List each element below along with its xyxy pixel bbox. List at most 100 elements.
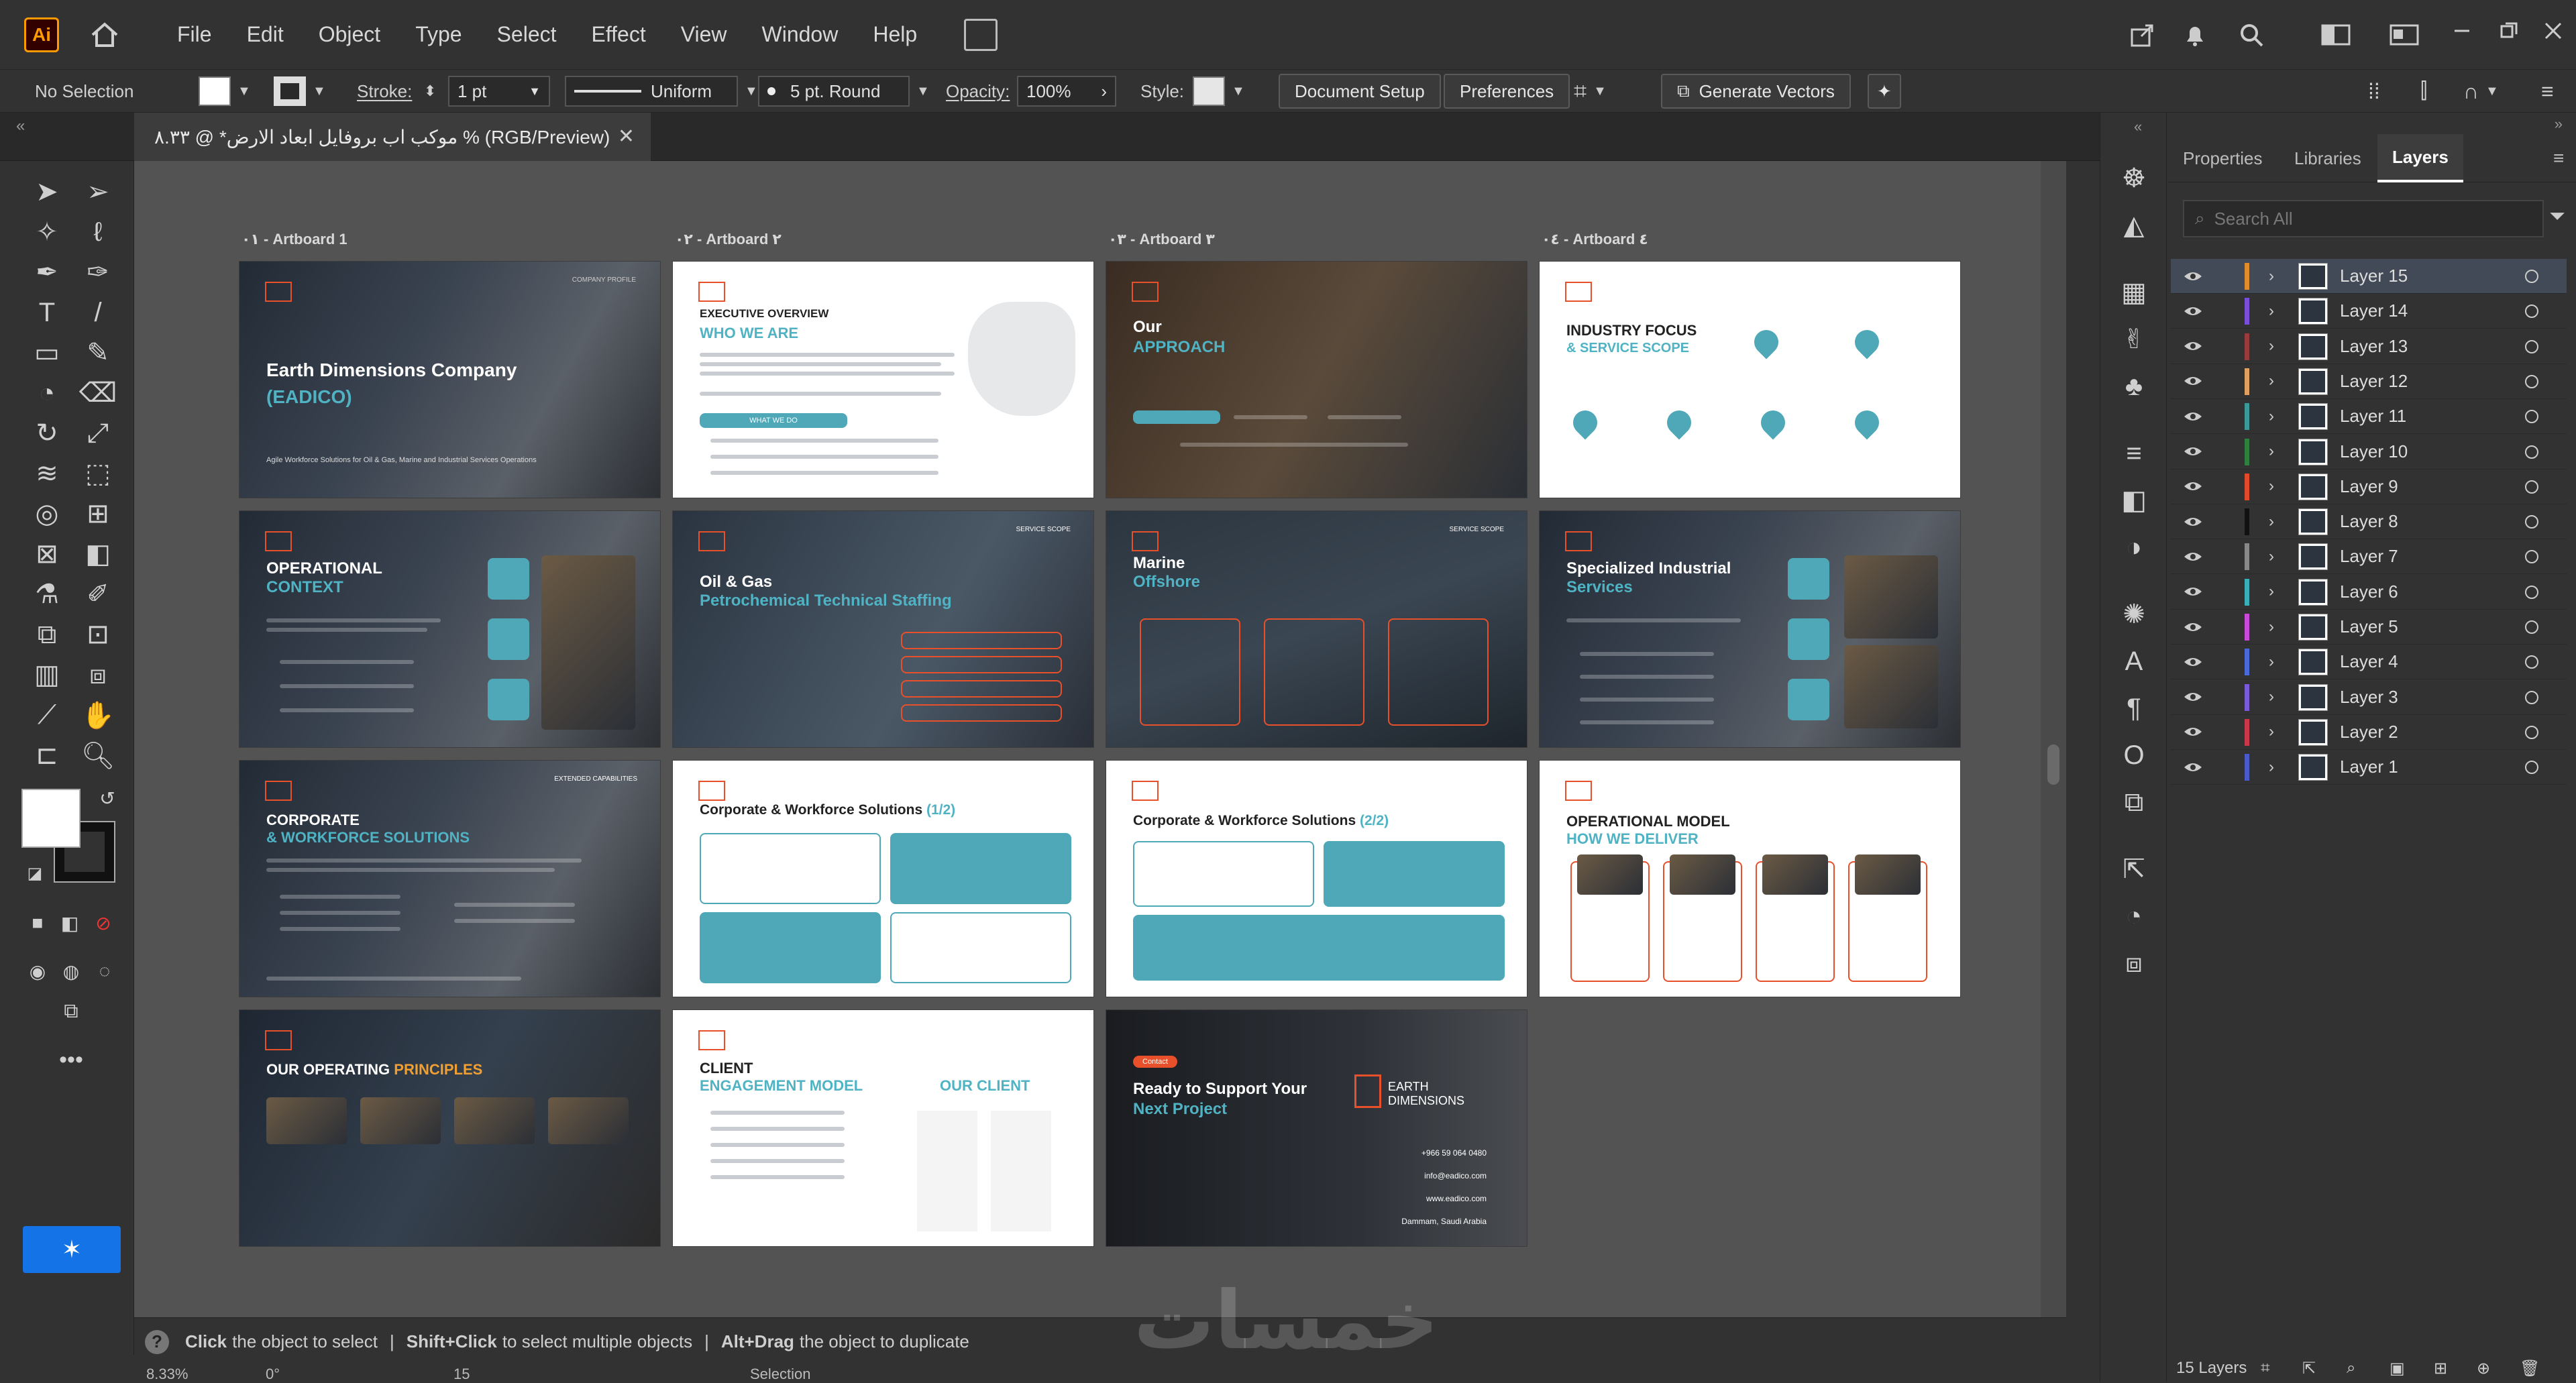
layer-search-input[interactable]: ⌕ Search All — [2183, 200, 2544, 237]
expand-chevron-icon[interactable]: › — [2269, 407, 2274, 426]
rotation-value[interactable]: 0° — [266, 1366, 280, 1383]
type-tool-icon[interactable]: T — [27, 292, 67, 333]
selection-tool-icon[interactable]: ➤ — [27, 172, 67, 212]
panel-toggle-icon[interactable] — [2387, 17, 2422, 52]
artboard-7[interactable]: SERVICE SCOPE Marine Offshore — [1106, 511, 1527, 747]
layer-name[interactable]: Layer 14 — [2340, 300, 2408, 321]
artboard-3[interactable]: Our APPROACH — [1106, 262, 1527, 498]
visibility-eye-icon[interactable] — [2183, 270, 2203, 283]
canvas[interactable]: ٠١ - Artboard 1 ٠٢ - Artboard ٢ ٠٣ - Art… — [134, 161, 2066, 1328]
layer-name[interactable]: Layer 9 — [2340, 476, 2398, 497]
export-icon[interactable]: ⇱ — [2115, 850, 2153, 888]
expand-chevron-icon[interactable]: › — [2269, 477, 2274, 496]
distribute-icon[interactable]: ⫿ — [2420, 70, 2427, 113]
character-icon[interactable]: A — [2115, 643, 2153, 680]
direct-selection-tool-icon[interactable]: ➢ — [78, 172, 118, 212]
target-circle-icon[interactable] — [2525, 339, 2538, 353]
gradient-tool-icon[interactable]: ◧ — [78, 534, 118, 574]
menu-edit[interactable]: Edit — [247, 22, 284, 47]
curvature-tool-icon[interactable]: ✑ — [78, 252, 118, 292]
rectangle-tool-icon[interactable]: ▭ — [27, 333, 67, 373]
fill-color-swatch[interactable]: ▼ — [199, 70, 251, 113]
perspective-grid-tool-icon[interactable]: ⊞ — [78, 494, 118, 534]
target-circle-icon[interactable] — [2525, 655, 2538, 669]
layer-row[interactable]: › Layer 10 — [2171, 435, 2567, 469]
target-circle-icon[interactable] — [2525, 515, 2538, 529]
screen-mode-icon[interactable]: ⧉ — [51, 991, 91, 1032]
appearance-icon[interactable]: ☸ — [2115, 160, 2153, 197]
draw-inside-icon[interactable]: ◌ — [85, 951, 125, 991]
menu-select[interactable]: Select — [497, 22, 557, 47]
artboard-6[interactable]: SERVICE SCOPE Oil & Gas Petrochemical Te… — [673, 511, 1093, 747]
layer-name[interactable]: Layer 11 — [2340, 406, 2406, 427]
mesh-tool-icon[interactable]: ⊠ — [27, 534, 67, 574]
artboard-9[interactable]: EXTENDED CAPABILITIES CORPORATE & WORKFO… — [239, 761, 660, 997]
expand-chevron-icon[interactable]: › — [2269, 337, 2274, 355]
visibility-eye-icon[interactable] — [2183, 445, 2203, 458]
visibility-eye-icon[interactable] — [2183, 725, 2203, 738]
help-icon[interactable]: ? — [145, 1329, 169, 1354]
artboard-13[interactable]: OUR OPERATING PRINCIPLES — [239, 1010, 660, 1246]
arrange-documents-icon[interactable] — [964, 18, 998, 51]
swatches-icon[interactable]: ▦ — [2115, 274, 2153, 311]
menu-window[interactable]: Window — [762, 22, 839, 47]
vertical-scroll-thumb[interactable] — [2047, 744, 2059, 785]
visibility-eye-icon[interactable] — [2183, 585, 2203, 598]
layer-name[interactable]: Layer 1 — [2340, 757, 2398, 777]
artboard-8[interactable]: Specialized Industrial Services — [1540, 511, 1960, 747]
artboard-number[interactable]: 15 — [453, 1366, 470, 1383]
brush-dropdown[interactable]: 5 pt. Round ▼ — [758, 70, 930, 113]
eyedropper-tool-icon[interactable]: ⚗ — [27, 574, 67, 614]
layer-row[interactable]: › Layer 9 — [2171, 469, 2567, 504]
menu-help[interactable]: Help — [873, 22, 917, 47]
status-mode[interactable]: Selection — [750, 1366, 811, 1383]
target-circle-icon[interactable] — [2525, 374, 2538, 388]
artboard-15[interactable]: Contact Ready to Support Your Next Proje… — [1106, 1010, 1527, 1246]
delete-layer-icon[interactable]: 🗑︎ — [2520, 1359, 2540, 1378]
new-layer-icon[interactable]: ⊕ — [2477, 1359, 2490, 1378]
stroke-label[interactable]: Stroke: — [357, 70, 412, 113]
locate-object-icon[interactable]: ⌕ — [2347, 1359, 2355, 1378]
generate-vectors-button[interactable]: ⧉ Generate Vectors — [1661, 70, 1851, 113]
layer-name[interactable]: Layer 13 — [2340, 336, 2408, 357]
visibility-eye-icon[interactable] — [2183, 690, 2203, 704]
pathfinder-icon[interactable]: ◔ — [2115, 897, 2153, 935]
expand-chevron-icon[interactable]: › — [2269, 267, 2274, 286]
artboard-14[interactable]: CLIENT ENGAGEMENT MODEL OUR CLIENT — [673, 1010, 1093, 1246]
layer-name[interactable]: Layer 7 — [2340, 546, 2398, 567]
layer-name[interactable]: Layer 10 — [2340, 441, 2408, 462]
transform-icon[interactable]: ⧉ — [2115, 783, 2153, 821]
menu-type[interactable]: Type — [415, 22, 462, 47]
eraser-tool-icon[interactable]: ⌫ — [78, 373, 118, 413]
layer-name[interactable]: Layer 8 — [2340, 511, 2398, 532]
stroke-weight-field[interactable]: 1 pt ▼ — [448, 70, 550, 113]
menu-view[interactable]: View — [681, 22, 727, 47]
generative-tool-icon[interactable]: ✶ — [23, 1226, 121, 1273]
expand-chevron-icon[interactable]: › — [2269, 547, 2274, 566]
visibility-eye-icon[interactable] — [2183, 410, 2203, 423]
layer-name[interactable]: Layer 15 — [2340, 266, 2408, 286]
menu-object[interactable]: Object — [319, 22, 380, 47]
shaper-tool-icon[interactable]: ◔ — [27, 373, 67, 413]
layer-name[interactable]: Layer 3 — [2340, 687, 2398, 708]
notifications-icon[interactable] — [2178, 17, 2212, 52]
tab-libraries[interactable]: Libraries — [2294, 134, 2361, 182]
share-icon[interactable] — [2125, 17, 2160, 52]
close-tab-icon[interactable]: ✕ — [618, 125, 635, 148]
stroke-weight-stepper[interactable]: ⬍ — [424, 70, 436, 113]
menu-effect[interactable]: Effect — [592, 22, 646, 47]
visibility-eye-icon[interactable] — [2183, 515, 2203, 529]
paintbrush-tool-icon[interactable]: ✎ — [78, 333, 118, 373]
artboard-11[interactable]: Corporate & Workforce Solutions (2/2) — [1106, 761, 1527, 997]
align-icon[interactable]: ⁞⁞ — [2368, 70, 2380, 113]
expand-chevron-icon[interactable]: › — [2269, 512, 2274, 531]
make-clipping-mask-icon[interactable]: ▣ — [2390, 1359, 2405, 1378]
layer-row[interactable]: › Layer 2 — [2171, 715, 2567, 750]
artboard-2[interactable]: EXECUTIVE OVERVIEW WHO WE ARE WHAT WE DO — [673, 262, 1093, 498]
scale-tool-icon[interactable]: ⤢ — [78, 413, 118, 453]
visibility-eye-icon[interactable] — [2183, 374, 2203, 388]
expand-chevron-icon[interactable]: › — [2269, 653, 2274, 671]
shape-builder-tool-icon[interactable]: ◎ — [27, 494, 67, 534]
collect-export-icon[interactable]: ⌗ — [2261, 1359, 2270, 1378]
home-icon[interactable] — [86, 16, 123, 54]
